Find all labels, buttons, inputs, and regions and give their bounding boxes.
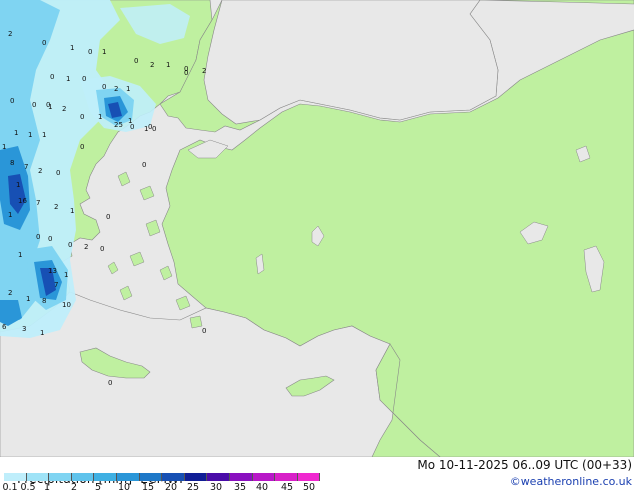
legend-tick: 5 bbox=[94, 482, 102, 493]
precip-value-label: 0 bbox=[142, 161, 146, 169]
precip-value-label: 13 bbox=[48, 267, 57, 275]
precip-value-label: 8 bbox=[10, 159, 14, 167]
legend-cell bbox=[207, 473, 230, 481]
precip-value-label: 0 bbox=[100, 245, 104, 253]
legend-cell bbox=[94, 473, 117, 481]
precip-value-label: 3 bbox=[22, 325, 26, 333]
precip-value-label: 0 bbox=[36, 233, 40, 241]
precip-value-label: 1 bbox=[26, 295, 30, 303]
legend-tick: 45 bbox=[280, 482, 294, 493]
legend-cell bbox=[230, 473, 253, 481]
precip-value-label: 0 bbox=[88, 48, 92, 56]
precip-value-label: 1 bbox=[98, 113, 102, 121]
precip-value-label: 1 bbox=[18, 251, 22, 259]
precip-value-label: 2 bbox=[8, 30, 12, 38]
precip-value-label: 2 bbox=[54, 203, 58, 211]
precip-value-label: 1 bbox=[166, 61, 170, 69]
precip-value-label: 0 bbox=[106, 213, 110, 221]
precip-value-label: 2 bbox=[150, 61, 154, 69]
precip-value-label: 2 bbox=[84, 243, 88, 251]
legend-cell bbox=[139, 473, 163, 481]
precip-value-label: 1 bbox=[14, 129, 18, 137]
precip-value-label: 0 bbox=[82, 75, 86, 83]
legend-cell bbox=[162, 473, 185, 481]
precipitation-map: 2 0 1 0 1 0 2 1 0 2 0 1 0 0 2 1 0 0 1 2 0 1 0 1 1 0 1 25 0 0 1 1 1 0 8 7 2 1 0… bbox=[0, 0, 634, 457]
precip-value-label: 1 bbox=[28, 131, 32, 139]
legend-tick: 10 bbox=[117, 482, 131, 493]
precip-value-label: 2 bbox=[114, 85, 118, 93]
precip-value-label: 25 bbox=[114, 121, 123, 129]
legend-tick: 25 bbox=[186, 482, 200, 493]
legend-cell bbox=[117, 473, 140, 481]
precip-value-label: 16 bbox=[18, 197, 27, 205]
precip-value-label: 1 bbox=[42, 131, 46, 139]
legend-cell bbox=[71, 473, 95, 481]
legend-cell bbox=[275, 473, 298, 481]
precip-value-label: 0 bbox=[148, 123, 152, 131]
legend-cell bbox=[184, 473, 208, 481]
precip-value-label: 1 bbox=[8, 211, 12, 219]
legend-tick: 1 bbox=[43, 482, 51, 493]
precip-value-label: 0 bbox=[102, 83, 106, 91]
precip-value-label: 2 bbox=[8, 289, 12, 297]
legend-tick: 2 bbox=[70, 482, 78, 493]
precip-value-label: 1 bbox=[64, 271, 68, 279]
precip-value-label: 1 bbox=[102, 48, 106, 56]
aegean-island bbox=[189, 315, 203, 329]
valid-time-label: Mo 10-11-2025 06..09 UTC (00+33) bbox=[417, 458, 632, 472]
precip-value-label: 0 bbox=[152, 125, 156, 133]
precip-value-label: 0 bbox=[56, 169, 60, 177]
precip-value-label: 0 bbox=[10, 97, 14, 105]
precip-value-label: 2 bbox=[62, 105, 66, 113]
legend-cell bbox=[4, 473, 27, 481]
precip-value-label: 2 bbox=[202, 67, 206, 75]
precip-value-label: 0 bbox=[42, 39, 46, 47]
precip-value-label: 1 bbox=[70, 207, 74, 215]
legend-tick: 35 bbox=[233, 482, 247, 493]
legend-tick: 40 bbox=[255, 482, 269, 493]
precip-value-label: 0 bbox=[80, 143, 84, 151]
precip-value-label: 2 bbox=[38, 167, 42, 175]
precip-value-label: 8 bbox=[42, 297, 46, 305]
precip-value-label: 1 bbox=[126, 85, 130, 93]
precip-value-label: 7 bbox=[36, 199, 40, 207]
precip-value-label: 0 bbox=[202, 327, 206, 335]
legend-tick: 0.1 bbox=[2, 482, 18, 493]
legend-cell bbox=[252, 473, 276, 481]
precip-value-label: 0 bbox=[184, 69, 188, 77]
legend-tick: 50 bbox=[302, 482, 316, 493]
precip-value-label: 1 bbox=[16, 181, 20, 189]
precip-value-label: 0 bbox=[80, 113, 84, 121]
precip-value-label: 0 bbox=[48, 235, 52, 243]
precip-value-label: 1 bbox=[70, 44, 74, 52]
precip-value-label: 7 bbox=[54, 281, 58, 289]
legend-tick: 20 bbox=[164, 482, 178, 493]
legend-cell bbox=[49, 473, 72, 481]
precip-value-label: 0 bbox=[50, 73, 54, 81]
precip-value-label: 1 bbox=[40, 329, 44, 337]
legend-tick: 0.5 bbox=[20, 482, 36, 493]
map-footer: Precipitation [mm] ECMWF Mo 10-11-2025 0… bbox=[0, 457, 634, 493]
credit-link[interactable]: ©weatheronline.co.uk bbox=[510, 475, 632, 488]
precip-value-label: 0 bbox=[68, 241, 72, 249]
black-sea bbox=[203, 0, 499, 125]
precip-value-label: 0 bbox=[108, 379, 112, 387]
precip-value-label: 1 bbox=[66, 75, 70, 83]
legend-cell bbox=[297, 473, 321, 481]
precip-value-label: 1 bbox=[2, 143, 6, 151]
precip-value-label: 10 bbox=[62, 301, 71, 309]
precip-value-label: 6 bbox=[2, 323, 7, 331]
precip-value-label: 0 bbox=[46, 101, 50, 109]
legend-tick: 15 bbox=[141, 482, 155, 493]
legend-tick: 30 bbox=[209, 482, 223, 493]
precip-value-label: 0 bbox=[134, 57, 138, 65]
legend-cell bbox=[26, 473, 50, 481]
legend-color-bar bbox=[4, 473, 330, 481]
precip-value-label: 0 bbox=[32, 101, 36, 109]
precip-value-label: 0 bbox=[130, 123, 134, 131]
precip-value-label: 7 bbox=[24, 163, 28, 171]
